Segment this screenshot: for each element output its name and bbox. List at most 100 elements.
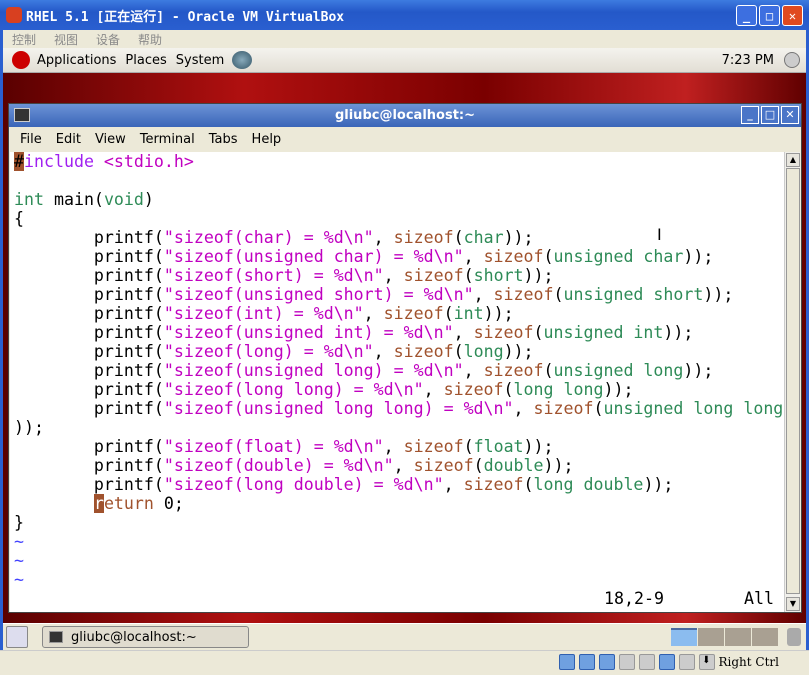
code-token: ~: [14, 532, 24, 551]
workspace-3[interactable]: [725, 628, 751, 646]
network-adapter-icon[interactable]: [598, 654, 615, 670]
mouse-integration-icon[interactable]: [678, 654, 695, 670]
code-token: (: [543, 361, 554, 380]
code-token: main(: [43, 190, 104, 209]
workspace-1[interactable]: [671, 628, 697, 646]
code-token: ));: [483, 304, 514, 323]
code-token: ,: [453, 323, 474, 342]
applications-menu[interactable]: Applications: [37, 53, 116, 68]
code-token: ));: [14, 418, 44, 437]
scroll-status: All: [744, 589, 774, 608]
minimize-button[interactable]: _: [736, 5, 757, 26]
code-token: ~: [14, 570, 24, 589]
clock[interactable]: 7:23 PM: [722, 53, 774, 68]
close-button[interactable]: ✕: [782, 5, 803, 26]
shared-folders-icon[interactable]: [618, 654, 635, 670]
code-token: "sizeof(float) = %d\n": [163, 437, 384, 456]
code-token: "sizeof(long) = %d\n": [163, 342, 374, 361]
code-token: 0;: [153, 494, 184, 513]
code-token: (: [453, 228, 464, 247]
vbox-menubar: 控制 视图 设备 帮助: [0, 30, 809, 48]
code-token: ,: [373, 228, 394, 247]
workspace-switcher: [671, 628, 778, 646]
code-line: {: [14, 209, 784, 228]
menu-edit[interactable]: Edit: [56, 132, 81, 147]
code-token: ~: [14, 551, 24, 570]
code-token: printf(: [14, 399, 164, 418]
menu-tabs[interactable]: Tabs: [209, 132, 238, 147]
terminal-icon: [14, 108, 30, 122]
workspace-4[interactable]: [752, 628, 778, 646]
terminal-titlebar[interactable]: gliubc@localhost:~ _ □ ✕: [9, 104, 801, 127]
scroll-down-arrow[interactable]: ▼: [786, 597, 800, 611]
code-token: ,: [443, 475, 464, 494]
code-line: ~: [14, 570, 784, 589]
menu-help[interactable]: Help: [252, 132, 282, 147]
code-line: printf("sizeof(double) = %d\n", sizeof(d…: [14, 456, 784, 475]
code-line: #include <stdio.h>: [14, 152, 784, 171]
power-icon[interactable]: [784, 52, 800, 68]
terminal-maximize-button[interactable]: □: [761, 106, 779, 124]
scroll-up-arrow[interactable]: ▲: [786, 153, 800, 167]
code-token: printf(: [14, 361, 164, 380]
code-token: #: [14, 152, 24, 171]
code-token: long long: [513, 380, 604, 399]
code-line: printf("sizeof(unsigned long long) = %d\…: [14, 399, 784, 418]
code-token: printf(: [14, 456, 164, 475]
code-token: sizeof: [533, 399, 594, 418]
menu-devices[interactable]: 设备: [96, 31, 120, 48]
workspace-2[interactable]: [698, 628, 724, 646]
network-icon[interactable]: [232, 51, 253, 69]
scrollbar-thumb[interactable]: [786, 168, 800, 594]
code-token: int: [14, 190, 44, 209]
code-token: (: [503, 380, 514, 399]
code-token: int: [453, 304, 484, 323]
taskbar-item-label: gliubc@localhost:~: [71, 629, 197, 645]
code-token: sizeof: [473, 323, 534, 342]
code-token: (: [523, 475, 534, 494]
code-token: "sizeof(double) = %d\n": [163, 456, 394, 475]
menu-control[interactable]: 控制: [12, 31, 36, 48]
places-menu[interactable]: Places: [125, 53, 166, 68]
code-token: (: [453, 342, 464, 361]
taskbar-item-terminal[interactable]: gliubc@localhost:~: [42, 626, 249, 648]
code-token: printf(: [14, 323, 164, 342]
keyboard-capture-icon[interactable]: ⬇: [698, 654, 715, 670]
vertical-scrollbar[interactable]: ▲ ▼: [784, 152, 800, 612]
code-token: ));: [643, 475, 674, 494]
menu-terminal[interactable]: Terminal: [140, 132, 195, 147]
code-token: }: [14, 513, 24, 532]
terminal-screen[interactable]: #include <stdio.h> int main(void){ printf…: [10, 152, 784, 612]
menu-file[interactable]: File: [20, 132, 42, 147]
system-menu[interactable]: System: [176, 53, 224, 68]
code-token: unsigned long: [553, 361, 684, 380]
terminal-close-button[interactable]: ✕: [781, 106, 799, 124]
code-token: printf(: [14, 304, 164, 323]
code-token: ,: [393, 456, 414, 475]
video-capture-icon[interactable]: [638, 654, 655, 670]
code-token: ,: [423, 380, 444, 399]
menu-view[interactable]: 视图: [54, 31, 78, 48]
hard-disk-icon[interactable]: [558, 654, 575, 670]
code-line: printf("sizeof(float) = %d\n", sizeof(fl…: [14, 437, 784, 456]
code-token: sizeof: [483, 247, 544, 266]
code-token: (: [543, 247, 554, 266]
code-token: "sizeof(unsigned long) = %d\n": [163, 361, 464, 380]
code-token: ): [143, 190, 154, 209]
trash-icon[interactable]: [787, 628, 801, 646]
maximize-button[interactable]: □: [759, 5, 780, 26]
show-desktop-button[interactable]: [6, 626, 28, 648]
code-token: printf(: [14, 285, 164, 304]
menu-help[interactable]: 帮助: [138, 31, 162, 48]
code-token: eturn: [103, 494, 154, 513]
code-token: sizeof: [413, 456, 474, 475]
code-token: ));: [703, 285, 734, 304]
code-line: printf("sizeof(int) = %d\n", sizeof(int)…: [14, 304, 784, 323]
code-token: "sizeof(char) = %d\n": [163, 228, 374, 247]
code-token: unsigned int: [543, 323, 664, 342]
terminal-menubar: File Edit View Terminal Tabs Help: [9, 127, 801, 152]
usb-icon[interactable]: [658, 654, 675, 670]
terminal-minimize-button[interactable]: _: [741, 106, 759, 124]
menu-view[interactable]: View: [95, 132, 126, 147]
optical-drive-icon[interactable]: [578, 654, 595, 670]
